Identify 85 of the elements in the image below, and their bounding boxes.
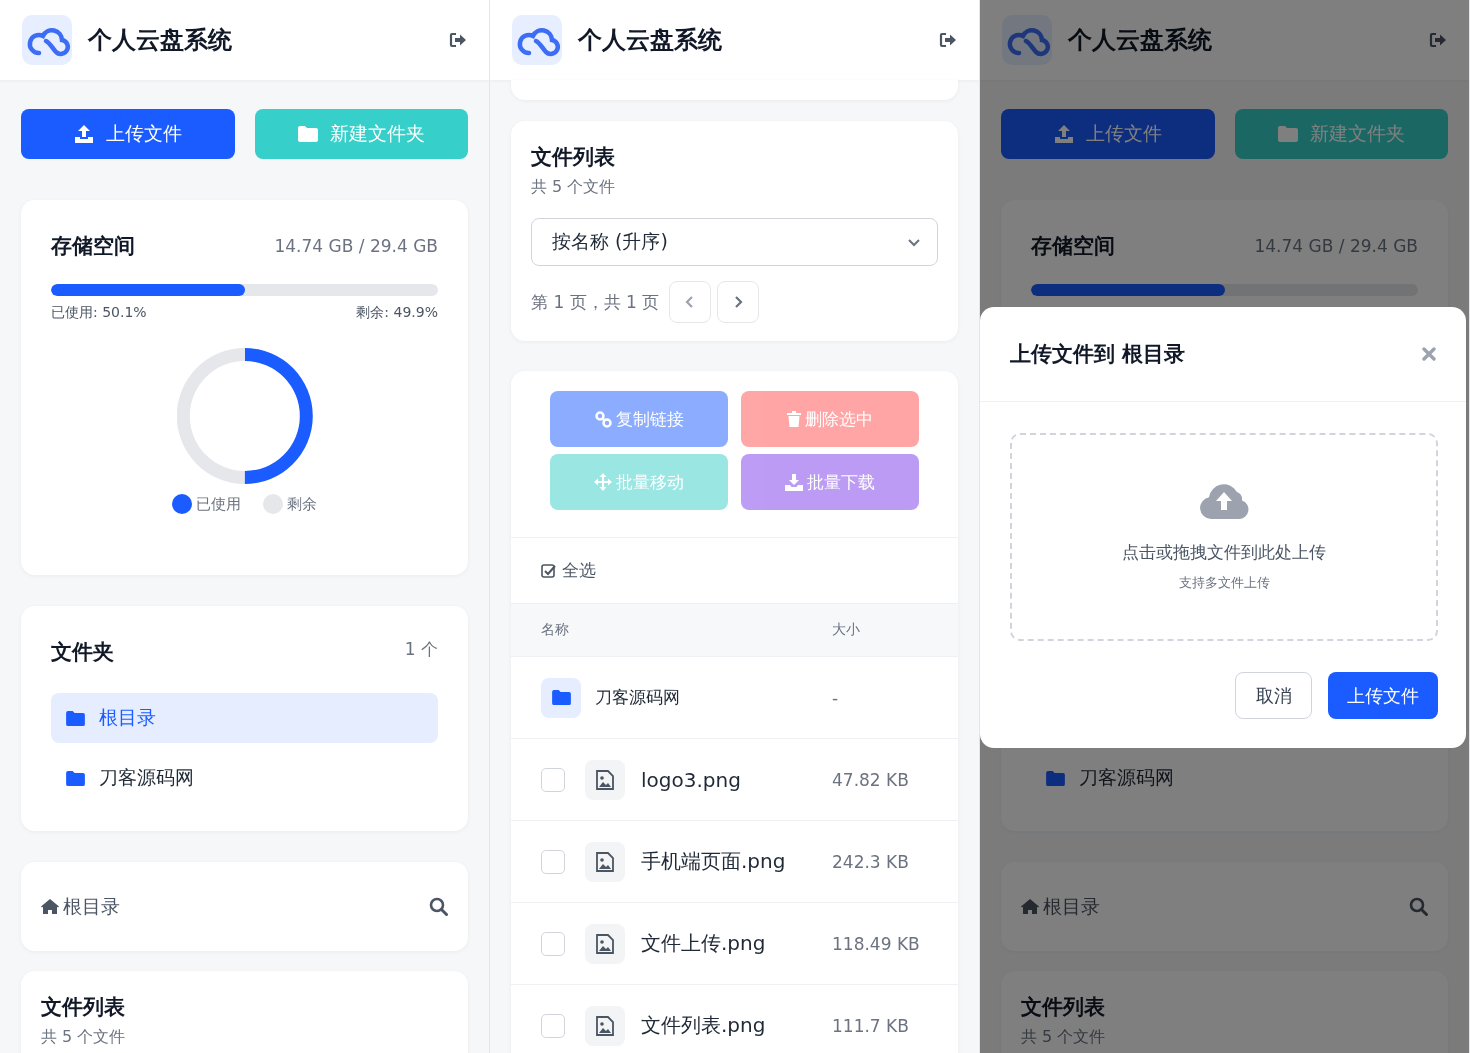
upload-icon	[73, 125, 94, 143]
folder-icon	[66, 710, 85, 726]
app-title: 个人云盘系统	[578, 25, 723, 56]
page-info: 第 1 页，共 1 页	[531, 290, 660, 314]
download-icon	[785, 473, 803, 491]
logout-icon[interactable]	[449, 32, 467, 48]
logout-icon[interactable]	[939, 32, 957, 48]
dropzone-hint: 支持多文件上传	[1178, 573, 1270, 592]
folder-icon	[297, 126, 318, 142]
home-icon	[1021, 899, 1039, 914]
image-file-icon	[596, 1015, 614, 1036]
breadcrumb-link[interactable]: 根目录	[1043, 893, 1100, 920]
legend-dot	[263, 494, 283, 514]
legend-dot	[172, 494, 192, 514]
upload-button[interactable]: 上传文件	[1001, 109, 1215, 159]
free-percent: 剩余: 49.9%	[356, 304, 438, 322]
file-size: 118.49 KB	[832, 933, 921, 954]
card-title: 存储空间	[1031, 233, 1115, 260]
cloud-logo-icon	[1002, 15, 1052, 65]
folder-name[interactable]: 刀客源码网	[595, 686, 680, 709]
folder-icon	[551, 690, 571, 705]
breadcrumb-link[interactable]: 根目录	[63, 893, 120, 920]
caret-icon	[907, 237, 921, 247]
checked-box-icon	[541, 562, 557, 579]
file-name[interactable]: 手机端页面.png	[641, 848, 786, 875]
legend-label: 已使用	[196, 494, 241, 514]
close-icon[interactable]	[1422, 347, 1436, 361]
folder-icon	[1277, 126, 1298, 142]
logout-icon[interactable]	[1429, 32, 1447, 48]
select-all-link[interactable]: 全选	[562, 559, 596, 582]
file-size: 242.3 KB	[832, 851, 910, 872]
column-header: 大小	[832, 621, 861, 639]
cancel-button[interactable]: 取消	[1235, 672, 1312, 719]
file-count: 共 5 个文件	[1021, 1027, 1107, 1048]
used-percent: 已使用: 50.1%	[51, 304, 147, 322]
row-checkbox[interactable]	[541, 1013, 565, 1038]
file-size: 111.7 KB	[832, 1015, 910, 1036]
app-title: 个人云盘系统	[1068, 25, 1213, 56]
home-icon	[41, 899, 59, 914]
upload-button[interactable]: 上传文件	[21, 109, 235, 159]
image-file-icon	[596, 769, 614, 790]
trash-icon	[787, 411, 801, 427]
upload-button[interactable]: 上传文件	[1328, 672, 1438, 719]
folder-count: 1 个	[404, 638, 438, 661]
card-title: 文件列表	[41, 994, 126, 1021]
row-checkbox[interactable]	[541, 931, 565, 956]
column-header: 名称	[541, 621, 570, 639]
cloud-upload-icon	[1199, 482, 1249, 519]
upload-icon	[1053, 125, 1074, 143]
modal-title: 上传文件到 根目录	[1010, 341, 1186, 368]
card-title: 文件列表	[1021, 994, 1106, 1021]
card-title: 存储空间	[51, 233, 135, 260]
legend-label: 剩余	[287, 494, 317, 514]
file-size: 47.82 KB	[832, 769, 910, 790]
dropzone-text: 点击或拖拽文件到此处上传	[1122, 540, 1326, 564]
file-size: -	[832, 687, 840, 708]
file-name[interactable]: 文件列表.png	[641, 1012, 766, 1039]
folder-item[interactable]: 刀客源码网	[1031, 753, 1418, 803]
cloud-logo-icon	[22, 15, 72, 65]
row-checkbox[interactable]	[541, 849, 565, 874]
image-file-icon	[596, 933, 614, 954]
file-name[interactable]: logo3.png	[641, 767, 741, 792]
file-count: 共 5 个文件	[531, 177, 617, 198]
card-title: 文件列表	[531, 144, 616, 171]
image-file-icon	[596, 851, 614, 872]
upload-dropzone[interactable]: 点击或拖拽文件到此处上传 支持多文件上传	[1010, 433, 1438, 641]
sort-select[interactable]: 按名称 (升序)	[531, 218, 938, 266]
folder-icon	[1046, 770, 1065, 786]
file-name[interactable]: 文件上传.png	[641, 930, 766, 957]
row-checkbox[interactable]	[541, 767, 565, 792]
chevron-left-icon	[685, 295, 696, 309]
folder-item[interactable]: 刀客源码网	[51, 753, 438, 803]
move-icon	[594, 473, 612, 491]
storage-usage: 14.74 GB / 29.4 GB	[274, 236, 438, 256]
storage-usage: 14.74 GB / 29.4 GB	[1254, 236, 1418, 256]
search-icon[interactable]	[429, 897, 448, 916]
chevron-right-icon	[733, 295, 744, 309]
folder-icon	[66, 770, 85, 786]
app-title: 个人云盘系统	[88, 25, 233, 56]
cloud-logo-icon	[512, 15, 562, 65]
card-title: 文件夹	[51, 639, 114, 666]
search-icon[interactable]	[1409, 897, 1428, 916]
folder-item[interactable]: 根目录	[51, 693, 438, 743]
file-count: 共 5 个文件	[41, 1027, 127, 1048]
link-icon	[594, 410, 612, 428]
